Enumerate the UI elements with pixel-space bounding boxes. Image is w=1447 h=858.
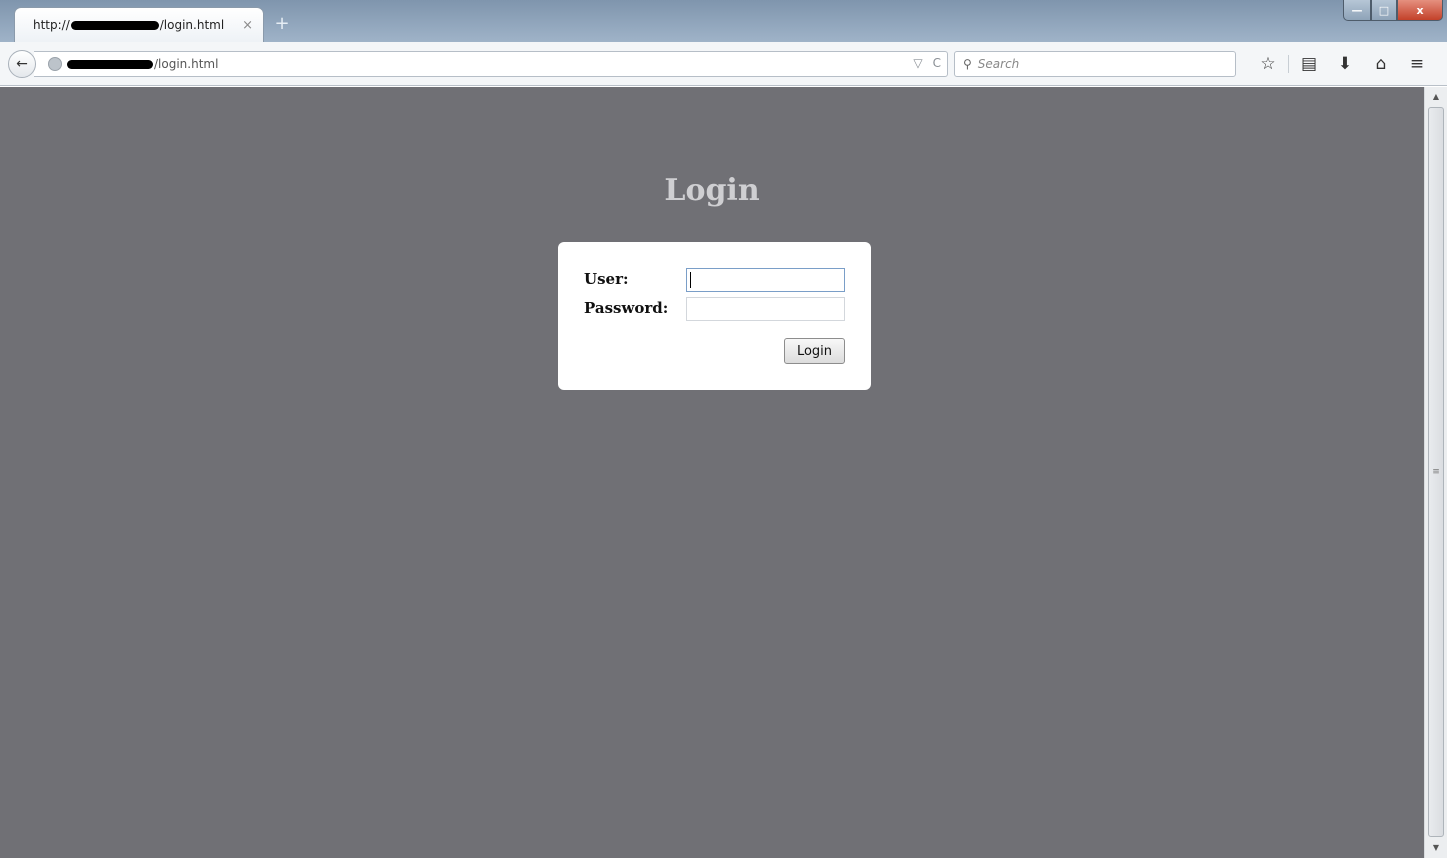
password-input[interactable]	[686, 297, 845, 321]
toolbar-icons: ☆ ▤ ⬇ ⌂ ≡	[1250, 54, 1435, 74]
new-tab-button[interactable]: +	[270, 13, 294, 35]
search-placeholder: Search	[977, 57, 1020, 71]
browser-tab[interactable]: http:// /login.html ×	[14, 7, 264, 42]
tab-title: http:// /login.html	[33, 18, 236, 32]
scroll-down-icon[interactable]: ▼	[1425, 840, 1447, 856]
url-bar[interactable]: /login.html ▽ C	[34, 51, 948, 77]
login-button[interactable]: Login	[784, 338, 845, 364]
grip-icon: ≡	[1432, 467, 1440, 477]
title-bar: http:// /login.html × + — □ x	[0, 0, 1447, 42]
bookmark-star-icon[interactable]: ☆	[1250, 54, 1286, 74]
toolbar-divider	[1288, 55, 1289, 73]
search-icon: ⚲	[963, 57, 972, 71]
downloads-icon[interactable]: ⬇	[1327, 54, 1363, 74]
page-content: Login User: Password: Login	[0, 87, 1424, 858]
window-controls: — □ x	[1343, 0, 1443, 22]
search-input[interactable]: ⚲ Search	[954, 51, 1236, 77]
tab-close-icon[interactable]: ×	[242, 18, 253, 33]
user-input[interactable]	[686, 268, 845, 292]
navigation-toolbar: /login.html ▽ C ← ⚲ Search ☆ ▤ ⬇ ⌂ ≡	[0, 42, 1447, 86]
back-button[interactable]: ←	[8, 50, 36, 78]
close-window-button[interactable]: x	[1397, 0, 1443, 21]
redacted-host	[67, 59, 153, 69]
maximize-button[interactable]: □	[1371, 0, 1397, 21]
home-icon[interactable]: ⌂	[1363, 54, 1399, 74]
globe-icon	[48, 57, 62, 71]
user-label: User:	[584, 270, 629, 288]
minimize-button[interactable]: —	[1343, 0, 1371, 21]
url-actions: ▽ C	[913, 56, 941, 70]
tab-title-prefix: http://	[33, 18, 70, 32]
reading-list-icon[interactable]: ▤	[1291, 54, 1327, 74]
tab-title-suffix: /login.html	[159, 18, 225, 32]
password-label: Password:	[584, 299, 669, 317]
login-form: User: Password: Login	[558, 242, 871, 390]
url-suffix: /login.html	[154, 57, 219, 71]
redacted-host	[70, 20, 159, 30]
menu-icon[interactable]: ≡	[1399, 54, 1435, 74]
vertical-scrollbar[interactable]: ▲ ≡ ▼	[1424, 87, 1447, 858]
text-cursor	[690, 272, 691, 288]
url-dropdown-icon[interactable]: ▽	[913, 56, 922, 70]
scroll-up-icon[interactable]: ▲	[1425, 89, 1447, 105]
reload-icon[interactable]: C	[933, 56, 941, 70]
page-title: Login	[664, 173, 760, 208]
url-text: /login.html	[66, 57, 218, 71]
back-arrow-icon: ←	[16, 56, 28, 72]
scrollbar-thumb[interactable]: ≡	[1428, 107, 1444, 837]
